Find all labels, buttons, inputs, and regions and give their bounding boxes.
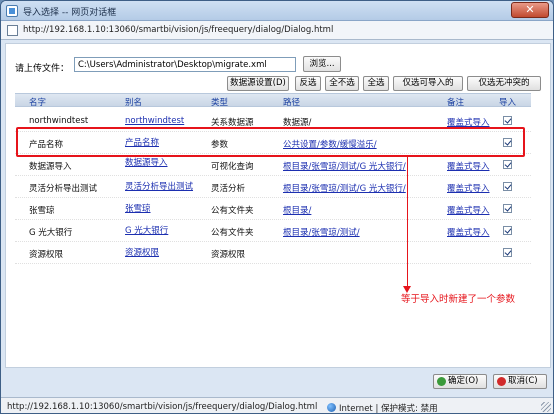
page-icon <box>7 25 18 36</box>
page-icon <box>6 5 18 17</box>
cell-note-link[interactable]: 覆盖式导入 <box>447 204 490 216</box>
cell-note-link[interactable]: 覆盖式导入 <box>447 160 490 172</box>
cell-type: 公有文件夹 <box>211 206 254 216</box>
cell-path-link[interactable]: 根目录/张雪琼/测试/ <box>283 226 360 238</box>
header-type[interactable]: 类型 <box>211 96 228 108</box>
cell-path-link[interactable]: 根目录/张雪琼/测试/G 光大银行/ <box>283 160 406 172</box>
import-checkbox[interactable] <box>503 204 512 213</box>
header-import[interactable]: 导入 <box>499 96 516 108</box>
cell-type: 可视化查询 <box>211 162 254 172</box>
select-none-button[interactable]: 全不选 <box>325 76 359 91</box>
import-checkbox[interactable] <box>503 182 512 191</box>
cell-note-link[interactable]: 覆盖式导入 <box>447 182 490 194</box>
status-bar: http://192.168.1.10:13060/smartbi/vision… <box>1 397 553 414</box>
cell-name: 张雪琼 <box>29 206 55 216</box>
dialog-window: 导入选择 -- 网页对话框 ✕ http://192.168.1.10:1306… <box>0 0 554 414</box>
status-url: http://192.168.1.10:13060/smartbi/vision… <box>7 402 318 412</box>
header-alias[interactable]: 别名 <box>125 96 142 108</box>
datasource-settings-button[interactable]: 数据源设置(D) <box>227 76 289 91</box>
file-path-input[interactable]: C:\Users\Administrator\Desktop\migrate.x… <box>74 57 296 72</box>
table-row: 张雪琼 张雪琼 公有文件夹 根目录/ 覆盖式导入 <box>15 198 531 220</box>
cell-name: 灵活分析导出测试 <box>29 184 98 194</box>
cell-path-link[interactable]: 根目录/张雪琼/测试/G 光大银行/ <box>283 182 406 194</box>
cell-alias-link[interactable]: northwindtest <box>125 116 184 126</box>
ok-label: 确定(O) <box>448 376 479 386</box>
cell-path-link[interactable]: 根目录/ <box>283 204 311 216</box>
import-checkbox[interactable] <box>503 248 512 257</box>
import-checkbox[interactable] <box>503 116 512 125</box>
cancel-icon <box>497 377 506 386</box>
table-row: G 光大银行 G 光大银行 公有文件夹 根目录/张雪琼/测试/ 覆盖式导入 <box>15 220 531 242</box>
address-text: http://192.168.1.10:13060/smartbi/vision… <box>23 25 334 35</box>
globe-icon <box>327 403 336 412</box>
cell-alias-link[interactable]: G 光大银行 <box>125 224 168 236</box>
table-row: 数据源导入 数据源导入 可视化查询 根目录/张雪琼/测试/G 光大银行/ 覆盖式… <box>15 154 531 176</box>
cell-alias-link[interactable]: 资源权限 <box>125 246 159 258</box>
table-row: 资源权限 资源权限 资源权限 <box>15 242 531 264</box>
header-note[interactable]: 备注 <box>447 96 464 108</box>
check-icon <box>437 377 446 386</box>
cell-alias-link[interactable]: 数据源导入 <box>125 156 168 168</box>
address-bar: http://192.168.1.10:13060/smartbi/vision… <box>1 21 553 40</box>
table-header: 名字 别名 类型 路径 备注 导入 <box>15 93 531 108</box>
zone-label: Internet | 保护模式: 禁用 <box>339 404 438 414</box>
arrow-line <box>407 157 408 290</box>
browse-button[interactable]: 浏览... <box>303 56 341 72</box>
cell-alias-link[interactable]: 灵活分析导出测试 <box>125 180 193 192</box>
upload-label: 请上传文件： <box>15 64 70 74</box>
select-importable-button[interactable]: 仅选可导入的 <box>393 76 463 91</box>
cell-type: 公有文件夹 <box>211 228 254 238</box>
cell-alias-link[interactable]: 张雪琼 <box>125 202 151 214</box>
header-name[interactable]: 名字 <box>29 96 46 108</box>
title-bar[interactable]: 导入选择 -- 网页对话框 ✕ <box>1 1 553 21</box>
cancel-label: 取消(C) <box>508 376 538 386</box>
resize-grip-icon[interactable] <box>541 402 551 412</box>
import-checkbox[interactable] <box>503 160 512 169</box>
cell-note-link[interactable]: 覆盖式导入 <box>447 226 490 238</box>
cell-type: 灵活分析 <box>211 184 246 194</box>
cell-type: 资源权限 <box>211 250 246 260</box>
import-checkbox[interactable] <box>503 226 512 235</box>
highlight-box <box>16 127 525 157</box>
table-row: 灵活分析导出测试 灵活分析导出测试 灵活分析 根目录/张雪琼/测试/G 光大银行… <box>15 176 531 198</box>
select-no-conflict-button[interactable]: 仅选无冲突的 <box>467 76 541 91</box>
cancel-button[interactable]: 取消(C) <box>493 374 547 389</box>
cell-name: 资源权限 <box>29 250 64 260</box>
window-title: 导入选择 -- 网页对话框 <box>23 8 117 18</box>
ok-button[interactable]: 确定(O) <box>433 374 487 389</box>
close-button[interactable]: ✕ <box>511 2 549 18</box>
cell-name: 数据源导入 <box>29 162 72 172</box>
invert-selection-button[interactable]: 反选 <box>295 76 321 91</box>
cell-name: northwindtest <box>29 116 89 126</box>
security-zone: Internet | 保护模式: 禁用 <box>327 402 438 414</box>
annotation-text: 等于导入时新建了一个参数 <box>401 294 516 305</box>
select-all-button[interactable]: 全选 <box>363 76 389 91</box>
cell-name: G 光大银行 <box>29 228 73 238</box>
header-path[interactable]: 路径 <box>283 96 300 108</box>
